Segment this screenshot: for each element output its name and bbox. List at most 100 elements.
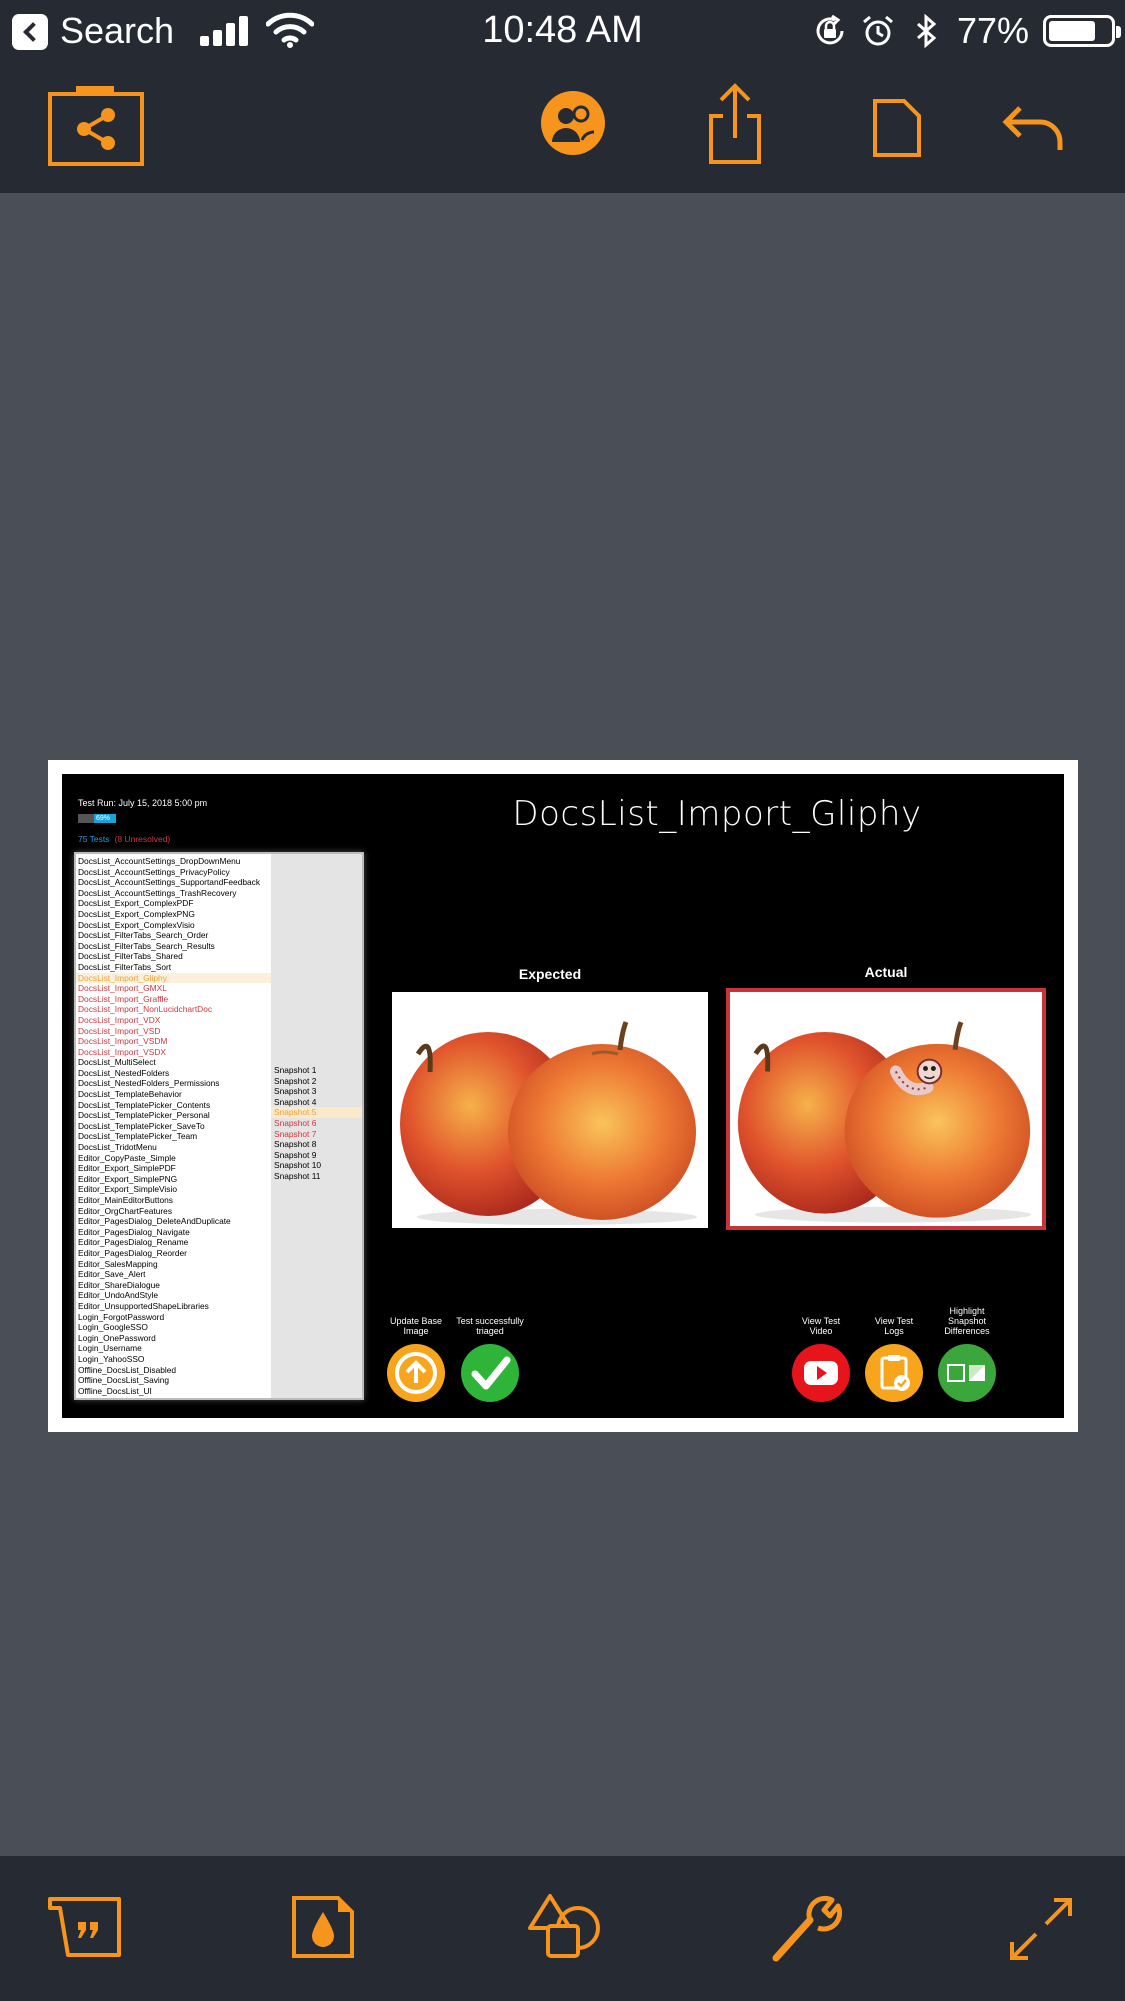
document-page[interactable]: Test Run: July 15, 2018 5:00 pm 69% 75 T…	[48, 760, 1078, 1432]
snapshot-list-item[interactable]: Snapshot 7	[271, 1129, 362, 1140]
test-list-item[interactable]: DocsList_Import_VSDX	[76, 1047, 271, 1058]
test-run-info: Test Run: July 15, 2018 5:00 pm	[78, 798, 208, 808]
clipboard-check-icon[interactable]	[865, 1344, 923, 1402]
bluetooth-icon	[916, 14, 937, 48]
test-list-item[interactable]: DocsList_TridotMenu	[76, 1142, 271, 1153]
test-list-item[interactable]: Editor_PagesDialog_Reorder	[76, 1248, 271, 1259]
test-list-item[interactable]: Offline_DocsList_Disabled	[76, 1365, 271, 1376]
test-list-item[interactable]: Editor_Export_SimplePDF	[76, 1163, 271, 1174]
collaborators-icon	[541, 91, 605, 155]
update-base-image-action[interactable]: Update Base Image	[384, 1304, 448, 1402]
test-title: DocsList_Import_Gliphy	[512, 794, 922, 834]
view-test-logs-action[interactable]: View Test Logs	[864, 1304, 924, 1402]
snapshot-list-item[interactable]: Snapshot 8	[271, 1139, 362, 1150]
test-list-item[interactable]: DocsList_AccountSettings_SupportandFeedb…	[76, 877, 271, 888]
test-list-item[interactable]: DocsList_NestedFolders_Permissions	[76, 1078, 271, 1089]
test-list-item[interactable]: DocsList_Import_Gliphy	[76, 972, 271, 984]
collaborators-button[interactable]	[538, 88, 608, 158]
test-list-item[interactable]: DocsList_Import_Graffle	[76, 994, 271, 1005]
alarm-icon	[862, 15, 893, 46]
undo-button[interactable]	[1000, 102, 1066, 154]
test-list-item[interactable]: Editor_MainEditorButtons	[76, 1195, 271, 1206]
test-list-item[interactable]: DocsList_TemplatePicker_Personal	[76, 1110, 271, 1121]
checkmark-icon[interactable]	[461, 1344, 519, 1402]
test-list-item[interactable]: DocsList_AccountSettings_DropDownMenu	[76, 856, 271, 867]
snapshot-list-item[interactable]: Snapshot 5	[271, 1107, 362, 1118]
test-list-item[interactable]: Editor_OrgChartFeatures	[76, 1206, 271, 1217]
fullscreen-icon	[1010, 1898, 1072, 1960]
test-list-item[interactable]: Editor_UndoAndStyle	[76, 1290, 271, 1301]
snapshot-list-item[interactable]: Snapshot 10	[271, 1160, 362, 1171]
share-nodes-button[interactable]	[46, 84, 146, 168]
page-button[interactable]	[872, 98, 922, 158]
test-list-item[interactable]: Editor_Export_SimpleVisio	[76, 1184, 271, 1195]
test-list-item[interactable]: DocsList_Export_ComplexPDF	[76, 898, 271, 909]
test-list-item[interactable]: DocsList_MultiSelect	[76, 1057, 271, 1068]
test-list-item[interactable]: Editor_ShareDialogue	[76, 1280, 271, 1291]
battery-percent: 77%	[956, 10, 1029, 51]
test-list-item[interactable]: DocsList_TemplatePicker_Team	[76, 1131, 271, 1142]
test-list-item[interactable]: Editor_Save_Alert	[76, 1269, 271, 1280]
test-list-item[interactable]: DocsList_AccountSettings_TrashRecovery	[76, 888, 271, 899]
test-list-item[interactable]: Login_Username	[76, 1343, 271, 1354]
test-list-item[interactable]: DocsList_FilterTabs_Search_Order	[76, 930, 271, 941]
fullscreen-button[interactable]	[1008, 1896, 1074, 1962]
snapshot-list-item[interactable]: Snapshot 6	[271, 1118, 362, 1129]
unresolved-count: (8 Unresolved)	[114, 834, 171, 844]
tools-icon	[772, 1895, 842, 1962]
triaged-action[interactable]: Test successfully triaged	[452, 1304, 528, 1402]
expected-image[interactable]	[392, 992, 708, 1228]
test-list-item[interactable]: DocsList_TemplateBehavior	[76, 1089, 271, 1100]
test-list-item[interactable]: DocsList_TemplatePicker_Contents	[76, 1100, 271, 1111]
test-list-item[interactable]: DocsList_AccountSettings_PrivacyPolicy	[76, 867, 271, 878]
snapshot-list-item[interactable]: Snapshot 2	[271, 1076, 362, 1087]
test-list-item[interactable]: Editor_Export_SimplePNG	[76, 1174, 271, 1185]
actual-label: Actual	[864, 964, 908, 980]
test-list-item[interactable]: Login_YahooSSO	[76, 1354, 271, 1365]
shapes-button[interactable]	[528, 1892, 602, 1960]
test-list-item[interactable]: DocsList_FilterTabs_Shared	[76, 951, 271, 962]
video-play-icon[interactable]	[792, 1344, 850, 1402]
tools-button[interactable]	[770, 1892, 842, 1962]
test-list-item[interactable]: Offline_DocsList_Saving	[76, 1375, 271, 1386]
test-list-item[interactable]: Editor_PagesDialog_Navigate	[76, 1227, 271, 1238]
test-list-item[interactable]: DocsList_Export_ComplexPNG	[76, 909, 271, 920]
fill-color-button[interactable]	[292, 1896, 354, 1958]
test-list-item[interactable]: DocsList_Export_ComplexVisio	[76, 920, 271, 931]
snapshot-list-item[interactable]: Snapshot 1	[271, 1065, 362, 1076]
snapshot-list-item[interactable]: Snapshot 4	[271, 1097, 362, 1108]
test-list-item[interactable]: Editor_SalesMapping	[76, 1259, 271, 1270]
test-list-item[interactable]: Login_GoogleSSO	[76, 1322, 271, 1333]
test-counts: 75 Tests (8 Unresolved)	[78, 834, 170, 844]
test-list-item[interactable]: DocsList_FilterTabs_Search_Results	[76, 941, 271, 952]
export-button[interactable]	[707, 82, 763, 164]
actual-image[interactable]	[726, 988, 1046, 1230]
test-list-item[interactable]: DocsList_Import_VSD	[76, 1026, 271, 1037]
test-list-item[interactable]: DocsList_TemplatePicker_SaveTo	[76, 1121, 271, 1132]
test-list-item[interactable]: DocsList_Import_NonLucidchartDoc	[76, 1004, 271, 1015]
upload-arrow-icon[interactable]	[387, 1344, 445, 1402]
test-list-item[interactable]: DocsList_Import_VSDM	[76, 1036, 271, 1047]
progress-label: 69%	[94, 814, 116, 823]
test-list-item[interactable]: Offline_DocsList_UI	[76, 1386, 271, 1397]
progress-bar: 69%	[78, 814, 116, 823]
test-list-item[interactable]: Editor_PagesDialog_Rename	[76, 1237, 271, 1248]
highlight-differences-action[interactable]: Highlight Snapshot Differences	[932, 1304, 1002, 1402]
view-test-video-action[interactable]: View Test Video	[791, 1304, 851, 1402]
test-list-item[interactable]: Login_ForgotPassword	[76, 1312, 271, 1323]
test-list-item[interactable]: DocsList_Import_VDX	[76, 1015, 271, 1026]
test-list-item[interactable]: DocsList_NestedFolders	[76, 1068, 271, 1079]
test-list-item[interactable]: Editor_UnsupportedShapeLibraries	[76, 1301, 271, 1312]
test-list-item[interactable]: Editor_PagesDialog_DeleteAndDuplicate	[76, 1216, 271, 1227]
test-list: DocsList_AccountSettings_DropDownMenu Doc…	[76, 856, 271, 1396]
comment-button[interactable]	[48, 1896, 122, 1958]
test-list-item[interactable]: DocsList_Import_GMXL	[76, 983, 271, 994]
test-list-item[interactable]: Editor_CopyPaste_Simple	[76, 1153, 271, 1164]
compare-squares-icon[interactable]	[938, 1344, 996, 1402]
test-list-item[interactable]: Login_OnePassword	[76, 1333, 271, 1344]
comment-icon	[48, 1897, 121, 1957]
snapshot-list-item[interactable]: Snapshot 9	[271, 1150, 362, 1161]
snapshot-list-item[interactable]: Snapshot 3	[271, 1086, 362, 1097]
test-list-item[interactable]: DocsList_FilterTabs_Sort	[76, 962, 271, 973]
snapshot-list-item[interactable]: Snapshot 11	[271, 1171, 362, 1182]
